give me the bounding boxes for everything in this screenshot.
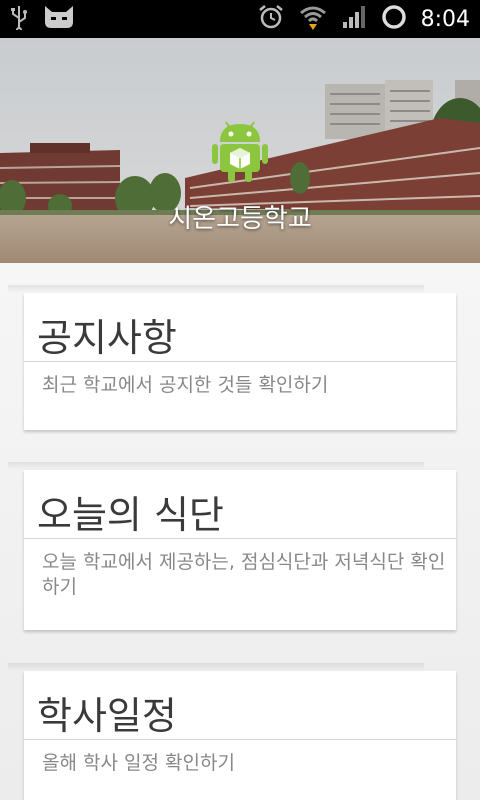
card-shadow <box>8 663 424 671</box>
card-title: 오늘의 식단 <box>37 493 224 537</box>
wifi-icon <box>299 3 327 35</box>
schedule-card[interactable]: 학사일정 올해 학사 일정 확인하기 <box>24 671 456 800</box>
alarm-icon <box>257 3 285 35</box>
usb-icon <box>10 4 28 34</box>
card-title: 학사일정 <box>37 694 177 738</box>
cat-icon <box>42 4 76 34</box>
clock-time: 8:04 <box>420 6 470 32</box>
card-shadow <box>8 462 424 470</box>
battery-ring-icon <box>381 4 407 34</box>
android-app-icon <box>212 118 268 182</box>
card-divider <box>24 361 456 362</box>
card-description: 올해 학사 일정 확인하기 <box>42 752 235 774</box>
card-divider <box>24 538 456 539</box>
signal-icon <box>341 4 367 34</box>
card-title: 공지사항 <box>37 316 177 360</box>
menu-list: 공지사항 최근 학교에서 공지한 것들 확인하기 오늘의 식단 오늘 학교에서 … <box>0 263 480 800</box>
school-banner: 시온고등학교 <box>0 38 480 263</box>
school-name-title: 시온고등학교 <box>168 204 312 234</box>
card-shadow <box>8 285 424 293</box>
card-description: 최근 학교에서 공지한 것들 확인하기 <box>42 374 329 396</box>
notice-card[interactable]: 공지사항 최근 학교에서 공지한 것들 확인하기 <box>24 293 456 430</box>
meal-card[interactable]: 오늘의 식단 오늘 학교에서 제공하는, 점심식단과 저녁식단 확인하기 <box>24 470 456 630</box>
status-bar: 8:04 <box>0 0 480 38</box>
card-description: 오늘 학교에서 제공하는, 점심식단과 저녁식단 확인하기 <box>42 551 446 598</box>
card-divider <box>24 739 456 740</box>
